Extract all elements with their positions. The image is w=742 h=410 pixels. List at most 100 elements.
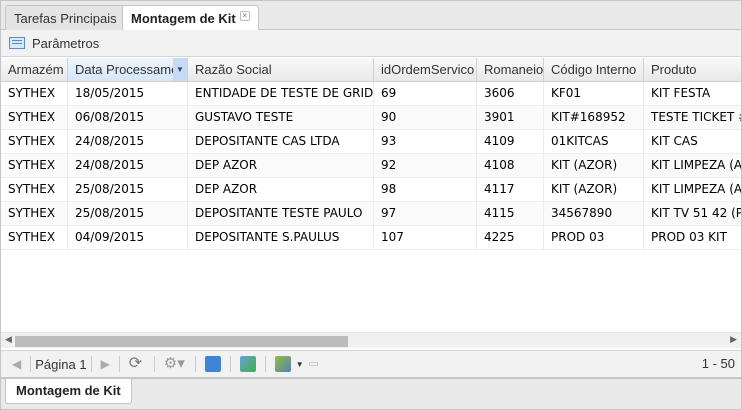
table-cell: 24/08/2015 — [68, 154, 188, 177]
table-cell: DEP AZOR — [188, 178, 374, 201]
tab-bar: Tarefas Principais Montagem de Kit × — [0, 0, 742, 32]
close-icon[interactable]: × — [239, 11, 250, 21]
parameters-bar[interactable]: Parâmetros — [1, 30, 741, 57]
table-cell: SYTHEX — [1, 202, 68, 225]
column-header[interactable]: Armazém — [1, 58, 68, 81]
table-cell: TESTE TICKET # — [651, 110, 741, 124]
table-cell: KF01 — [544, 82, 644, 105]
table-row[interactable]: SYTHEX 25/08/2015 DEP AZOR 98 4117 KIT (AZOR)… — [1, 178, 741, 202]
table-cell: 18/05/2015 — [68, 82, 188, 105]
separator — [153, 356, 155, 372]
form-icon — [9, 37, 25, 49]
table-cell: 3606 — [477, 82, 544, 105]
tab-tarefas-principais[interactable]: Tarefas Principais — [5, 5, 126, 31]
table-cell: 25/08/2015 — [68, 202, 188, 225]
page-label: Página 1 — [35, 356, 87, 372]
refresh-icon[interactable]: ⟳ — [129, 356, 145, 372]
table-row[interactable]: SYTHEX 06/08/2015 GUSTAVO TESTE 90 3901 KIT#1… — [1, 106, 741, 130]
table-cell: KIT (AZOR) — [544, 154, 644, 177]
table-cell: SYTHEX — [1, 178, 68, 201]
table-cell: KIT (AZOR) — [544, 178, 644, 201]
table-cell: PROD 03 — [544, 226, 644, 249]
scroll-left-icon[interactable]: ◀ — [5, 335, 12, 345]
table-cell: 4109 — [477, 130, 544, 153]
search-icon[interactable] — [204, 356, 221, 372]
table-cell: DEPOSITANTE TESTE PAULO — [188, 202, 374, 225]
scroll-right-icon[interactable]: ▶ — [730, 335, 737, 345]
table-cell: SYTHEX — [1, 154, 68, 177]
column-header[interactable]: Data Processamento ▼ — [68, 58, 188, 81]
table-cell: KIT LIMPEZA (AZ — [651, 182, 741, 196]
table-cell: 34567890 — [544, 202, 644, 225]
scrollbar-thumb[interactable] — [15, 336, 348, 347]
table-cell: 4117 — [477, 178, 544, 201]
table-cell: GUSTAVO TESTE — [188, 106, 374, 129]
table-cell: 69 — [374, 82, 477, 105]
separator — [118, 356, 120, 372]
separator — [194, 356, 196, 372]
column-header-label: Data Processamento — [75, 62, 188, 77]
tab-label: Tarefas Principais — [14, 11, 117, 26]
table-cell: 25/08/2015 — [68, 178, 188, 201]
table-row[interactable]: SYTHEX 18/05/2015 ENTIDADE DE TESTE DE GRI… — [1, 82, 741, 106]
separator — [229, 356, 231, 372]
table-cell: 107 — [374, 226, 477, 249]
table-cell: KIT LIMPEZA (AZ — [651, 158, 741, 172]
table-row[interactable]: SYTHEX 25/08/2015 DEPOSITANTE TESTE PAULO 9… — [1, 202, 741, 226]
table-cell: 4108 — [477, 154, 544, 177]
table-cell: 97 — [374, 202, 477, 225]
table-cell: 01KITCAS — [544, 130, 644, 153]
record-range: 1 - 50 — [701, 356, 735, 371]
column-header[interactable]: Código Interno — [544, 58, 644, 81]
table-cell: SYTHEX — [1, 106, 68, 129]
column-header[interactable]: idOrdemServico — [374, 58, 477, 81]
table-cell: DEPOSITANTE S.PAULUS — [188, 226, 374, 249]
table-cell: KIT#168952 — [544, 106, 644, 129]
separator — [30, 356, 32, 372]
table-cell: 04/09/2015 — [68, 226, 188, 249]
prev-page-icon[interactable]: ◀ — [12, 357, 21, 371]
table-cell: KIT CAS — [651, 134, 698, 148]
bottom-tab-montagem-de-kit[interactable]: Montagem de Kit — [5, 379, 132, 404]
table-cell: ENTIDADE DE TESTE DE GRID — [188, 82, 374, 105]
separator — [264, 356, 266, 372]
grid-header: Armazém Data Processamento ▼ Razão Social… — [1, 58, 741, 82]
column-header[interactable]: Produto — [644, 58, 741, 81]
gear-icon[interactable]: ⚙▾ — [164, 356, 186, 372]
table-cell: SYTHEX — [1, 226, 68, 249]
minimize-icon[interactable] — [308, 362, 318, 366]
table-cell: 24/08/2015 — [68, 130, 188, 153]
table-cell: 4115 — [477, 202, 544, 225]
table-cell: 3901 — [477, 106, 544, 129]
export-icon[interactable] — [274, 356, 291, 372]
chart-icon[interactable] — [239, 356, 256, 372]
column-header[interactable]: Razão Social — [188, 58, 374, 81]
table-row[interactable]: SYTHEX 24/08/2015 DEPOSITANTE CAS LTDA 93 41… — [1, 130, 741, 154]
table-row[interactable]: SYTHEX 04/09/2015 DEPOSITANTE S.PAULUS 107 4… — [1, 226, 741, 250]
main-panel: Parâmetros Armazém Data Processamento ▼ R… — [0, 30, 742, 378]
separator — [90, 356, 92, 372]
table-cell: DEP AZOR — [188, 154, 374, 177]
table-cell: SYTHEX — [1, 82, 68, 105]
paging-toolbar: ◀ Página 1 ▶ ⟳ ⚙▾ ▼ 1 - 50 — [1, 350, 741, 377]
dropdown-arrow-icon[interactable]: ▼ — [296, 360, 304, 369]
parameters-label: Parâmetros — [32, 35, 100, 51]
bottom-tab-bar: Montagem de Kit — [0, 378, 742, 410]
dropdown-arrow-icon[interactable]: ▼ — [173, 58, 187, 81]
column-header[interactable]: Romaneio — [477, 58, 544, 81]
table-cell: PROD 03 KIT — [651, 230, 727, 244]
table-cell: 92 — [374, 154, 477, 177]
table-cell: 93 — [374, 130, 477, 153]
data-grid: Armazém Data Processamento ▼ Razão Social… — [1, 58, 741, 331]
table-cell: 06/08/2015 — [68, 106, 188, 129]
table-cell: 90 — [374, 106, 477, 129]
table-cell: 98 — [374, 178, 477, 201]
next-page-icon[interactable]: ▶ — [101, 357, 110, 371]
horizontal-scrollbar[interactable]: ◀ ▶ — [1, 332, 741, 348]
table-cell: SYTHEX — [1, 130, 68, 153]
table-cell: KIT FESTA — [651, 86, 711, 100]
table-cell: 4225 — [477, 226, 544, 249]
table-row[interactable]: SYTHEX 24/08/2015 DEP AZOR 92 4108 KIT (AZOR)… — [1, 154, 741, 178]
tab-montagem-de-kit[interactable]: Montagem de Kit × — [122, 5, 259, 32]
table-cell: KIT TV 51 42 (P. — [651, 206, 741, 220]
